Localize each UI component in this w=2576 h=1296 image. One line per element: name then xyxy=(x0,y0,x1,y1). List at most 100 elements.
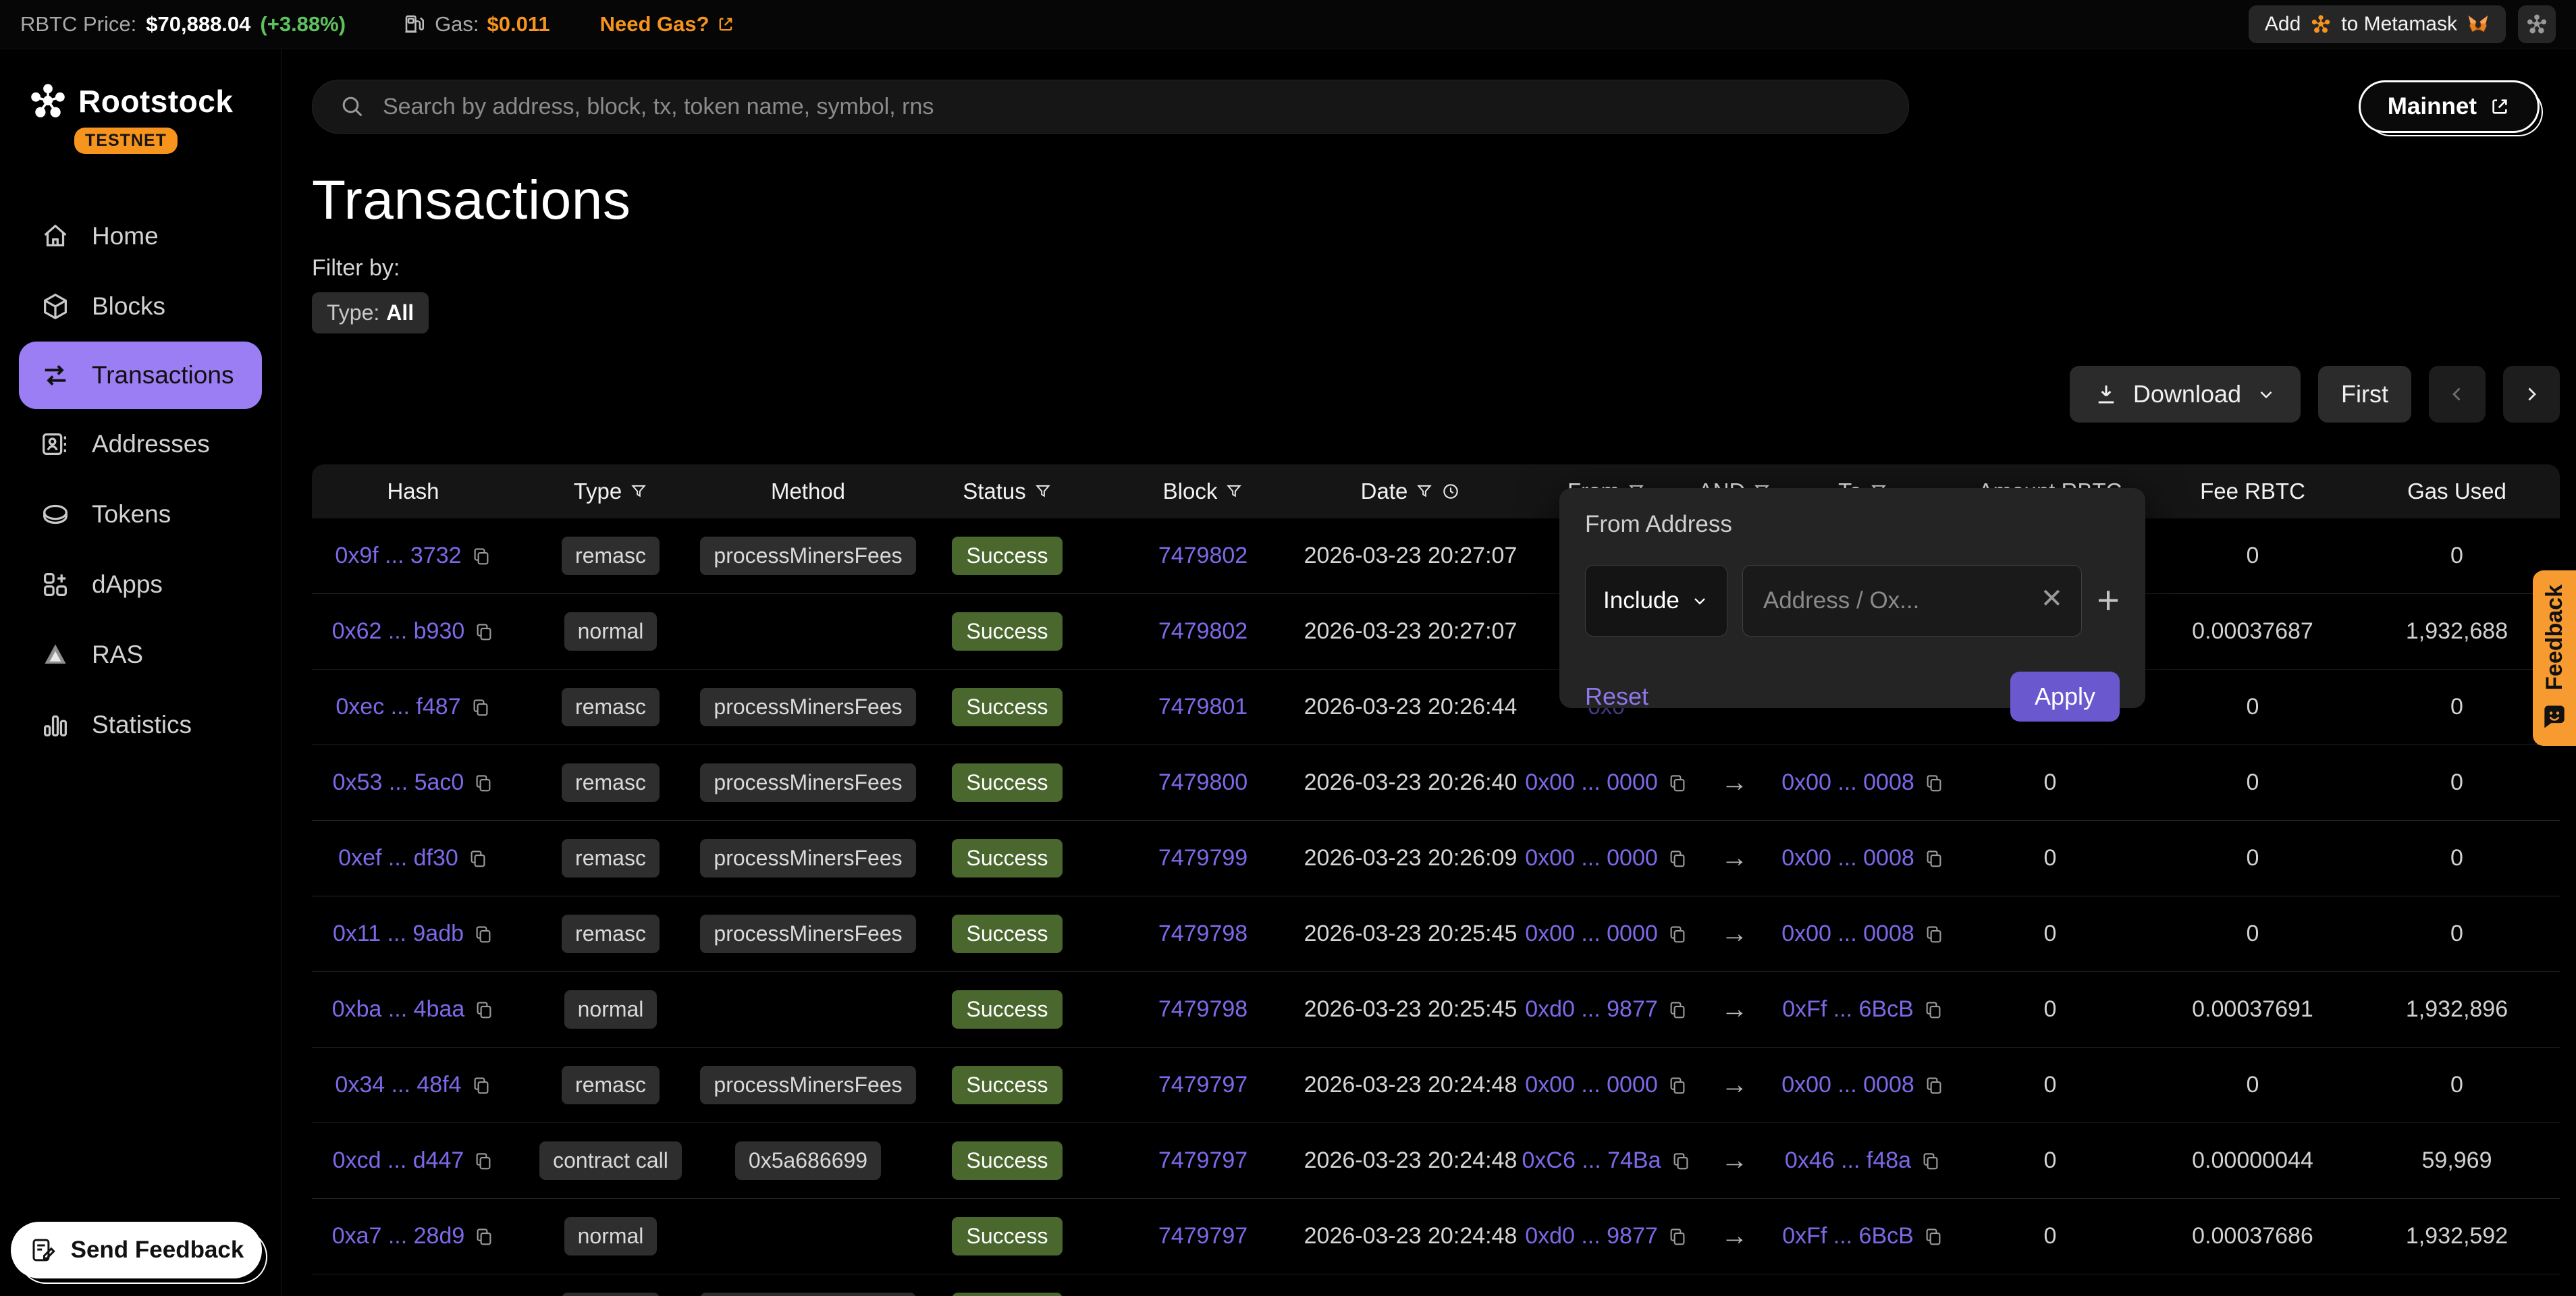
tx-hash-link[interactable]: 0xcd ... d447 xyxy=(333,1148,464,1174)
copy-icon[interactable] xyxy=(1667,773,1688,793)
to-address-link[interactable]: 0x00 ... 0008 xyxy=(1781,921,1914,947)
block-link[interactable]: 7479800 xyxy=(1158,770,1247,796)
send-feedback-button[interactable]: Send Feedback xyxy=(11,1222,262,1278)
copy-icon[interactable] xyxy=(1667,924,1688,944)
chevron-right-icon xyxy=(2520,383,2543,406)
to-address-link[interactable]: 0x00 ... 0008 xyxy=(1781,845,1914,871)
block-link[interactable]: 7479802 xyxy=(1158,543,1247,569)
block-link[interactable]: 7479801 xyxy=(1158,694,1247,720)
copy-icon[interactable] xyxy=(473,1151,493,1171)
block-link[interactable]: 7479798 xyxy=(1158,921,1247,947)
filter-funnel-icon[interactable] xyxy=(1225,483,1243,500)
copy-icon[interactable] xyxy=(1667,848,1688,869)
copy-icon[interactable] xyxy=(474,1000,494,1020)
copy-icon[interactable] xyxy=(1667,1075,1688,1096)
sidebar-item-addresses[interactable]: Addresses xyxy=(0,409,281,479)
copy-icon[interactable] xyxy=(1923,1226,1943,1247)
copy-icon[interactable] xyxy=(1667,1000,1688,1020)
block-link[interactable]: 7479798 xyxy=(1158,996,1247,1023)
date-value: 2026-03-23 20:27:07 xyxy=(1304,543,1518,569)
copy-icon[interactable] xyxy=(1923,1000,1943,1020)
copy-icon[interactable] xyxy=(1924,1075,1944,1096)
from-address-link[interactable]: 0xd0 ... 9877 xyxy=(1525,1223,1658,1249)
copy-icon[interactable] xyxy=(1924,848,1944,869)
mainnet-button[interactable]: Mainnet xyxy=(2359,80,2540,133)
copy-icon[interactable] xyxy=(471,1075,491,1096)
copy-icon[interactable] xyxy=(473,773,493,793)
sidebar-item-dapps[interactable]: dApps xyxy=(0,549,281,620)
sidebar-item-blocks[interactable]: Blocks xyxy=(0,271,281,342)
prev-page-button[interactable] xyxy=(2429,366,2486,423)
copy-icon[interactable] xyxy=(473,924,493,944)
to-address-link[interactable]: 0x00 ... 0008 xyxy=(1781,1072,1914,1098)
first-page-button[interactable]: First xyxy=(2318,366,2411,423)
from-address-link[interactable]: 0xC6 ... 74Ba xyxy=(1522,1148,1661,1174)
reset-link[interactable]: Reset xyxy=(1585,682,1648,711)
sidebar-item-transactions[interactable]: Transactions xyxy=(19,342,262,409)
download-button[interactable]: Download xyxy=(2070,366,2301,423)
block-link[interactable]: 7479797 xyxy=(1158,1223,1247,1249)
column-header-type[interactable]: Type xyxy=(514,479,707,504)
block-link[interactable]: 7479802 xyxy=(1158,618,1247,645)
copy-icon[interactable] xyxy=(474,1226,494,1247)
from-address-link[interactable]: 0x00 ... 0000 xyxy=(1525,770,1658,796)
copy-icon[interactable] xyxy=(1667,1226,1688,1247)
apply-button[interactable]: Apply xyxy=(2010,672,2120,722)
tx-hash-link[interactable]: 0x62 ... b930 xyxy=(332,618,465,645)
search-input[interactable] xyxy=(312,80,1909,134)
to-address-link[interactable]: 0x46 ... f48a xyxy=(1785,1148,1911,1174)
type-filter-chip[interactable]: Type: All xyxy=(312,292,429,333)
address-input[interactable] xyxy=(1742,565,2082,637)
to-address-link[interactable]: 0xFf ... 6BcB xyxy=(1782,996,1914,1023)
next-page-button[interactable] xyxy=(2503,366,2560,423)
to-address-link[interactable]: 0x00 ... 0008 xyxy=(1781,770,1914,796)
tx-hash-link[interactable]: 0x34 ... 48f4 xyxy=(335,1072,461,1098)
tx-hash-link[interactable]: 0xec ... f487 xyxy=(336,694,460,720)
copy-icon[interactable] xyxy=(468,848,488,869)
column-header-status[interactable]: Status xyxy=(909,479,1105,504)
copy-icon[interactable] xyxy=(471,697,491,718)
copy-icon[interactable] xyxy=(1924,773,1944,793)
copy-icon[interactable] xyxy=(1671,1151,1691,1171)
sidebar-item-tokens[interactable]: Tokens xyxy=(0,479,281,549)
column-header-date[interactable]: Date xyxy=(1301,479,1520,504)
block-link[interactable]: 7479797 xyxy=(1158,1148,1247,1174)
from-address-link[interactable]: 0x00 ... 0000 xyxy=(1525,921,1658,947)
filter-funnel-icon[interactable] xyxy=(1034,483,1052,500)
from-address-link[interactable]: 0x00 ... 0000 xyxy=(1525,845,1658,871)
tx-hash-link[interactable]: 0xa7 ... 28d9 xyxy=(332,1223,465,1249)
tx-hash-link[interactable]: 0x53 ... 5ac0 xyxy=(333,770,464,796)
sidebar-item-home[interactable]: Home xyxy=(0,201,281,271)
tx-hash-link[interactable]: 0x9f ... 3732 xyxy=(335,543,461,569)
rootstock-collapse-button[interactable] xyxy=(2518,5,2556,43)
block-link[interactable]: 7479799 xyxy=(1158,845,1247,871)
copy-icon[interactable] xyxy=(1924,924,1944,944)
copy-icon[interactable] xyxy=(474,622,494,642)
include-dropdown[interactable]: Include xyxy=(1585,565,1727,637)
tx-hash-link[interactable]: 0xba ... 4baa xyxy=(332,996,465,1023)
brand[interactable]: Rootstock xyxy=(0,49,281,121)
filter-funnel-icon[interactable] xyxy=(1416,483,1433,500)
need-gas-link[interactable]: Need Gas? xyxy=(600,12,735,36)
status-badge: Success xyxy=(952,1141,1063,1180)
brand-name: Rootstock xyxy=(78,83,233,119)
tx-hash-link[interactable]: 0x11 ... 9adb xyxy=(333,921,464,947)
clock-icon[interactable] xyxy=(1441,482,1460,501)
copy-icon[interactable] xyxy=(1921,1151,1941,1171)
transactions-table: HashTypeMethodStatusBlockDateFromANDToAm… xyxy=(312,464,2560,1296)
add-address-row-button[interactable]: + xyxy=(2097,581,2120,620)
from-address-link[interactable]: 0xd0 ... 9877 xyxy=(1525,996,1658,1023)
sidebar-item-statistics[interactable]: Statistics xyxy=(0,690,281,760)
copy-icon[interactable] xyxy=(471,546,491,566)
tx-hash-link[interactable]: 0xef ... df30 xyxy=(338,845,458,871)
clear-address-icon[interactable]: ✕ xyxy=(2041,585,2064,612)
block-link[interactable]: 7479797 xyxy=(1158,1072,1247,1098)
column-header-block[interactable]: Block xyxy=(1105,479,1301,504)
sidebar-item-ras[interactable]: RAS xyxy=(0,620,281,690)
add-to-metamask-button[interactable]: Add to Metamask xyxy=(2249,5,2506,43)
to-address-link[interactable]: 0xFf ... 6BcB xyxy=(1782,1223,1914,1249)
from-address-link[interactable]: 0x00 ... 0000 xyxy=(1525,1072,1658,1098)
column-header-fee-rbtc: Fee RBTC xyxy=(2151,479,2354,504)
filter-funnel-icon[interactable] xyxy=(630,483,647,500)
feedback-tab[interactable]: Feedback xyxy=(2533,570,2576,746)
